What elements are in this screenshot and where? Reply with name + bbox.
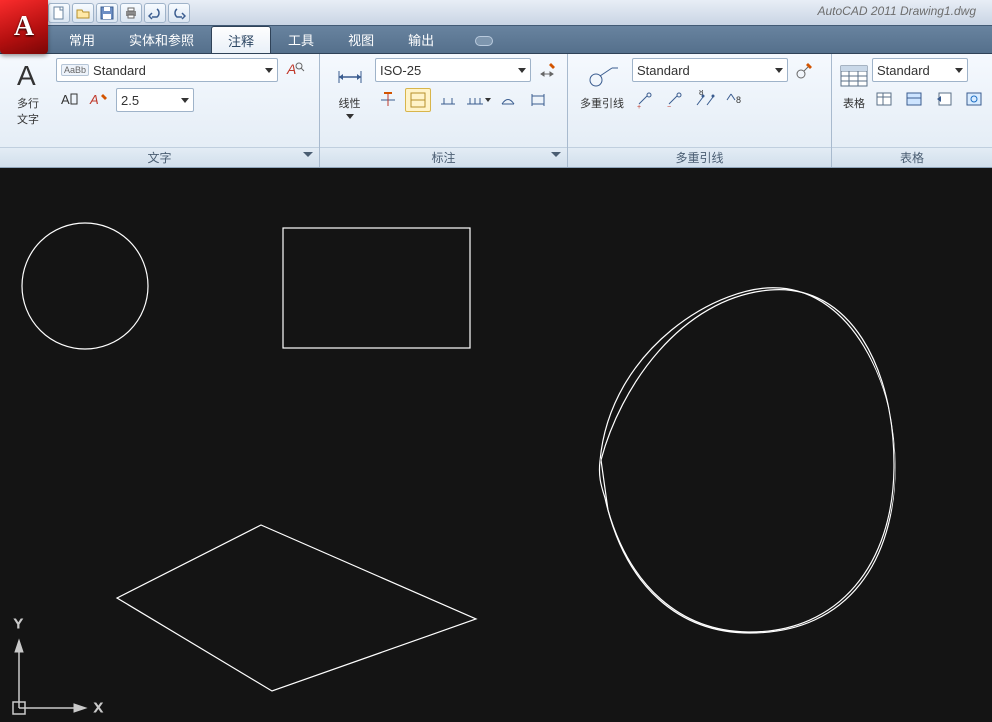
leader-btn-3[interactable]: 8 [692,88,718,112]
find-text-button[interactable]: A [282,58,308,82]
dim-btn-3[interactable] [435,88,461,112]
expand-icon [303,152,313,157]
expand-icon [551,152,561,157]
leader-style-value: Standard [637,63,690,78]
panel-dimension: 线性 ISO-25 [320,54,568,167]
dim-update-button[interactable] [535,58,561,82]
dim-linear-icon [334,60,366,92]
dim-btn-6[interactable] [525,88,551,112]
panel-leader: 多重引线 Standard + − 8 8 [568,54,832,167]
table-icon [838,60,870,92]
dropdown-icon [346,114,354,119]
table-btn-4[interactable] [962,88,988,112]
style-preview-badge: AaBb [61,64,89,76]
table-style-select[interactable]: Standard [872,58,968,82]
leader-btn-4[interactable]: 8 [722,88,748,112]
text-height-select[interactable]: 2.5 [116,88,194,112]
dim-btn-1[interactable] [375,88,401,112]
svg-text:A: A [89,92,99,107]
qat-undo-icon[interactable] [144,3,166,23]
mleader-icon [586,60,618,92]
window-title: AutoCAD 2011 Drawing1.dwg [817,4,976,18]
table-button[interactable]: 表格 [838,58,870,128]
svg-text:A: A [286,61,296,77]
dim-linear-button[interactable]: 线性 [326,58,373,128]
svg-text:8: 8 [699,90,704,97]
shape-rectangle [283,228,470,348]
dim-btn-4[interactable] [465,88,491,112]
app-letter: A [14,11,34,43]
dim-btn-2[interactable] [405,88,431,112]
shape-circle [22,223,148,349]
qat-redo-icon[interactable] [168,3,190,23]
svg-text:Y: Y [14,616,23,631]
mtext-icon: A [12,60,44,92]
mleader-button[interactable]: 多重引线 [574,58,630,128]
tab-tools[interactable]: 工具 [271,25,331,53]
tab-solid[interactable]: 实体和参照 [112,25,211,53]
text-style-select[interactable]: AaBb Standard [56,58,278,82]
panel-leader-title[interactable]: 多重引线 [568,147,831,167]
qat-save-icon[interactable] [96,3,118,23]
table-btn-2[interactable] [902,88,928,112]
canvas-content: Y X [0,168,992,722]
tab-output[interactable]: 输出 [391,25,451,53]
mtext-button[interactable]: A 多行 文字 [6,58,50,128]
tab-home[interactable]: 常用 [52,25,112,53]
app-menu-button[interactable]: A [0,0,48,54]
tab-annotate[interactable]: 注释 [211,26,271,53]
leader-edit-button[interactable] [792,58,818,82]
ribbon-tabs: 常用 实体和参照 注释 工具 视图 输出 [0,25,992,54]
panel-table: 表格 Standard 表格 [832,54,992,167]
table-style-value: Standard [877,63,930,78]
dim-btn-5[interactable] [495,88,521,112]
svg-text:8: 8 [736,95,741,105]
tab-cycle-button[interactable] [475,36,493,46]
panel-text-title[interactable]: 文字 [0,147,319,167]
svg-text:+: + [637,104,641,110]
mtext-label: 多行 文字 [17,95,39,127]
leader-btn-1[interactable]: + [632,88,658,112]
dim-style-value: ISO-25 [380,63,421,78]
svg-text:X: X [94,700,103,715]
panel-dim-title[interactable]: 标注 [320,147,567,167]
text-height-value: 2.5 [121,93,139,108]
dim-linear-label: 线性 [339,95,361,111]
svg-text:−: − [667,104,671,110]
svg-text:A: A [61,92,70,107]
text-tool-b[interactable]: A [86,88,112,112]
ribbon: A 多行 文字 AaBb Standard A A [0,54,992,168]
dim-style-select[interactable]: ISO-25 [375,58,531,82]
text-style-value: Standard [93,63,146,78]
title-bar: AutoCAD 2011 Drawing1.dwg [0,0,992,25]
table-btn-3[interactable] [932,88,958,112]
tab-view[interactable]: 视图 [331,25,391,53]
leader-style-select[interactable]: Standard [632,58,788,82]
table-label: 表格 [843,95,865,111]
leader-btn-2[interactable]: − [662,88,688,112]
drawing-canvas[interactable]: Y X [0,168,992,722]
panel-text: A 多行 文字 AaBb Standard A A [0,54,320,167]
panel-table-title[interactable]: 表格 [832,147,992,167]
qat-open-icon[interactable] [72,3,94,23]
mleader-label: 多重引线 [580,95,624,111]
text-tool-a[interactable]: A [56,88,82,112]
qat-new-icon[interactable] [48,3,70,23]
ucs-icon: Y X [13,616,103,715]
svg-text:A: A [17,61,36,91]
shape-polygon [117,525,476,691]
table-btn-1[interactable] [872,88,898,112]
qat-print-icon[interactable] [120,3,142,23]
